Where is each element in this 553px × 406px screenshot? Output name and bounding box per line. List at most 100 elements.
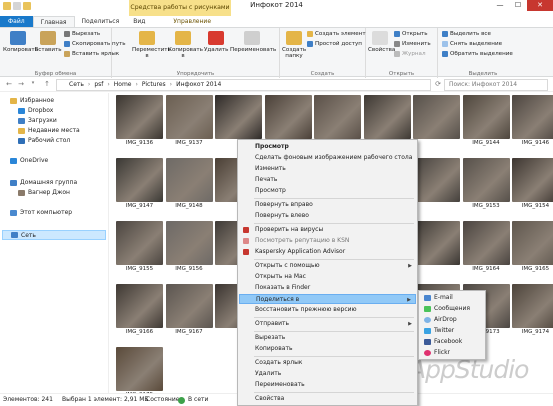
copy-to-button[interactable]: Копировать в — [168, 31, 203, 59]
file-thumbnail[interactable] — [215, 95, 262, 140]
menu-app-advisor[interactable]: Kaspersky Application Advisor — [239, 247, 416, 257]
minimize-button[interactable]: — — [491, 0, 509, 11]
file-thumbnail[interactable] — [413, 221, 460, 266]
breadcrumb-pictures[interactable]: Pictures — [142, 80, 166, 90]
file-thumbnail[interactable]: IMG_9155 — [116, 221, 163, 272]
back-button[interactable]: ← — [4, 80, 14, 88]
menu-cut[interactable]: Вырезать — [239, 333, 416, 343]
menu-rotate-left[interactable]: Повернуть влево — [239, 211, 416, 221]
tab-file[interactable]: Файл — [0, 16, 33, 27]
menu-rename[interactable]: Переименовать — [239, 380, 416, 390]
nav-downloads[interactable]: Загрузки — [18, 117, 57, 124]
file-thumbnail[interactable] — [264, 95, 312, 140]
cut-button[interactable]: Вырезать — [64, 31, 100, 37]
file-thumbnail[interactable] — [413, 95, 460, 140]
share-airdrop[interactable]: AirDrop — [421, 315, 485, 325]
easy-access-button[interactable]: Простой доступ — [307, 41, 362, 47]
nav-user[interactable]: Вагнер Джон — [18, 189, 70, 196]
share-messages[interactable]: Сообщения — [421, 304, 485, 314]
open-button[interactable]: Открыть — [394, 31, 428, 37]
new-folder-button[interactable]: Создать папку — [282, 31, 306, 59]
nav-desktop[interactable]: Рабочий стол — [18, 137, 70, 144]
tab-home[interactable]: Главная — [32, 16, 75, 27]
menu-copy[interactable]: Копировать — [239, 344, 416, 354]
nav-computer[interactable]: Этот компьютер — [10, 209, 72, 216]
delete-button[interactable]: Удалить — [204, 31, 228, 53]
copy-button[interactable]: Копировать — [3, 31, 38, 53]
rename-button[interactable]: Переименовать — [230, 31, 276, 53]
breadcrumb-psf[interactable]: psf — [94, 80, 103, 90]
menu-rotate-right[interactable]: Повернуть вправо — [239, 200, 416, 210]
history-button[interactable]: Журнал — [394, 51, 426, 57]
nav-onedrive[interactable]: OneDrive — [10, 157, 48, 164]
menu-scan-virus[interactable]: Проверить на вирусы — [239, 225, 416, 235]
file-thumbnail[interactable]: IMG_9166 — [116, 284, 163, 335]
invert-selection-button[interactable]: Обратить выделение — [442, 51, 513, 57]
menu-print[interactable]: Печать — [239, 175, 416, 185]
nav-favorites[interactable]: Избранное — [10, 97, 54, 104]
file-thumbnail[interactable]: IMG_9175 — [116, 347, 163, 393]
file-thumbnail[interactable]: IMG_9154 — [512, 158, 553, 209]
file-thumbnail[interactable] — [314, 95, 361, 140]
file-thumbnail[interactable]: IMG_9174 — [512, 284, 553, 335]
file-thumbnail[interactable]: IMG_9137 — [165, 95, 213, 146]
menu-share-to-label: Поделиться в — [256, 296, 300, 303]
menu-create-shortcut[interactable]: Создать ярлык — [239, 358, 416, 368]
menu-send-to[interactable]: Отправить ▶ — [239, 319, 416, 329]
share-flickr[interactable]: Flickr — [421, 348, 485, 358]
tab-manage[interactable]: Управление — [166, 16, 218, 27]
menu-edit[interactable]: Изменить — [239, 164, 416, 174]
menu-open-with[interactable]: Открыть с помощью ▶ — [239, 261, 416, 271]
breadcrumb-network[interactable]: Сеть — [69, 80, 84, 90]
maximize-button[interactable]: ☐ — [509, 0, 527, 11]
up-button[interactable]: ↑ — [42, 80, 52, 88]
file-thumbnail[interactable]: IMG_9136 — [116, 95, 163, 146]
menu-set-wallpaper[interactable]: Сделать фоновым изображением рабочего ст… — [239, 153, 416, 163]
move-to-button[interactable]: Переместить в — [132, 31, 171, 59]
paste-button[interactable]: Вставить — [34, 31, 62, 53]
menu-show-in-finder[interactable]: Показать в Finder — [239, 283, 416, 293]
nav-dropbox[interactable]: Dropbox — [18, 107, 53, 114]
select-none-button[interactable]: Снять выделение — [442, 41, 502, 47]
menu-view[interactable]: Просмотр — [239, 142, 416, 152]
file-thumbnail[interactable] — [363, 95, 411, 140]
select-all-button[interactable]: Выделить все — [442, 31, 491, 37]
file-thumbnail[interactable]: IMG_9147 — [116, 158, 163, 209]
share-twitter[interactable]: Twitter — [421, 326, 485, 336]
menu-restore-version[interactable]: Восстановить прежнюю версию — [239, 305, 416, 315]
close-button[interactable]: ✕ — [527, 0, 553, 11]
tab-view[interactable]: Вид — [126, 16, 152, 27]
file-thumbnail[interactable]: IMG_9167 — [165, 284, 213, 335]
nav-homegroup[interactable]: Домашняя группа — [10, 179, 77, 186]
file-thumbnail[interactable]: IMG_9164 — [462, 221, 510, 272]
file-thumbnail[interactable] — [413, 158, 460, 203]
nav-network[interactable]: Сеть — [2, 230, 106, 240]
share-email[interactable]: E-mail — [421, 293, 485, 303]
share-facebook[interactable]: Facebook — [421, 337, 485, 347]
file-thumbnail[interactable]: IMG_9156 — [165, 221, 213, 272]
menu-preview[interactable]: Просмотр — [239, 186, 416, 196]
file-thumbnail[interactable]: IMG_9146 — [512, 95, 553, 146]
search-input[interactable]: Поиск: Инфокот 2014 — [444, 79, 548, 91]
menu-share-to[interactable]: Поделиться в ▶ — [239, 294, 416, 304]
menu-properties[interactable]: Свойства — [239, 394, 416, 404]
address-field[interactable]: Сеть › psf › Home › Pictures › Инфокот 2014 — [56, 79, 431, 91]
new-item-button[interactable]: Создать элемент — [307, 31, 366, 37]
edit-button[interactable]: Изменить — [394, 41, 431, 47]
recent-dropdown[interactable]: ▾ — [28, 80, 38, 86]
file-thumbnail[interactable]: IMG_9144 — [462, 95, 510, 146]
file-thumbnail[interactable]: IMG_9148 — [165, 158, 213, 209]
nav-recent[interactable]: Недавние места — [18, 127, 80, 134]
tab-share[interactable]: Поделиться — [75, 16, 127, 27]
forward-button[interactable]: → — [16, 80, 26, 88]
breadcrumb-home[interactable]: Home — [114, 80, 132, 90]
menu-open-on-mac[interactable]: Открыть на Mac — [239, 272, 416, 282]
file-thumbnail[interactable]: IMG_9165 — [512, 221, 553, 272]
refresh-button[interactable]: ⟳ — [433, 80, 443, 88]
menu-delete[interactable]: Удалить — [239, 369, 416, 379]
menu-ksn-reputation[interactable]: Посмотреть репутацию в KSN — [239, 236, 416, 246]
paste-shortcut-button[interactable]: Вставить ярлык — [64, 51, 119, 57]
properties-button[interactable]: Свойства — [368, 31, 395, 53]
file-thumbnail[interactable]: IMG_9153 — [462, 158, 510, 209]
breadcrumb-folder[interactable]: Инфокот 2014 — [176, 80, 221, 90]
